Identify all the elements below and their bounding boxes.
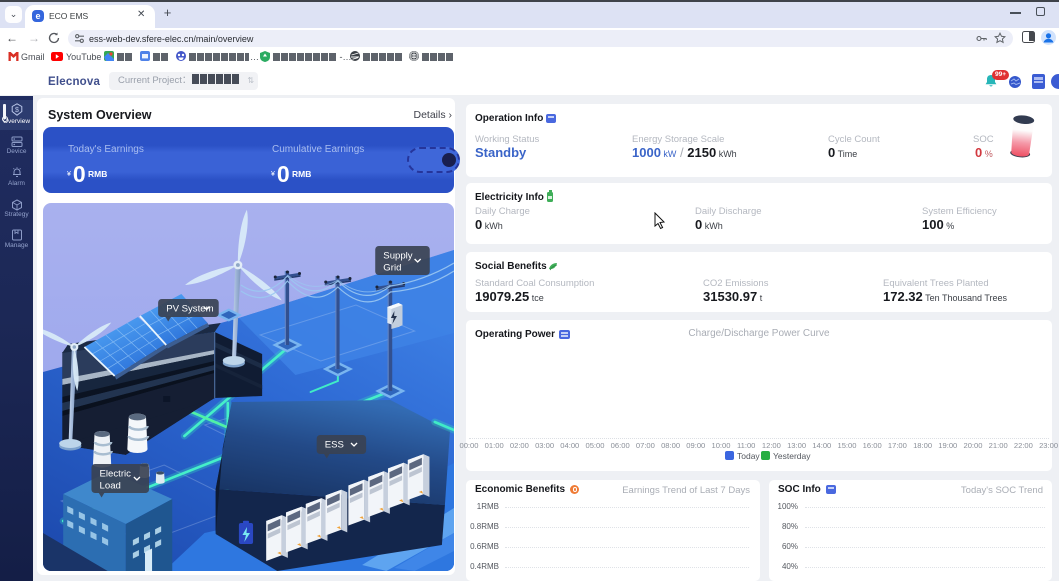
svg-text:Grid: Grid xyxy=(383,263,401,274)
svg-text:Electric: Electric xyxy=(100,469,132,480)
svg-text:Load: Load xyxy=(100,481,121,492)
svg-text:$: $ xyxy=(15,107,19,114)
svg-text:Supply: Supply xyxy=(383,251,413,262)
svg-text:ESS: ESS xyxy=(325,440,344,451)
